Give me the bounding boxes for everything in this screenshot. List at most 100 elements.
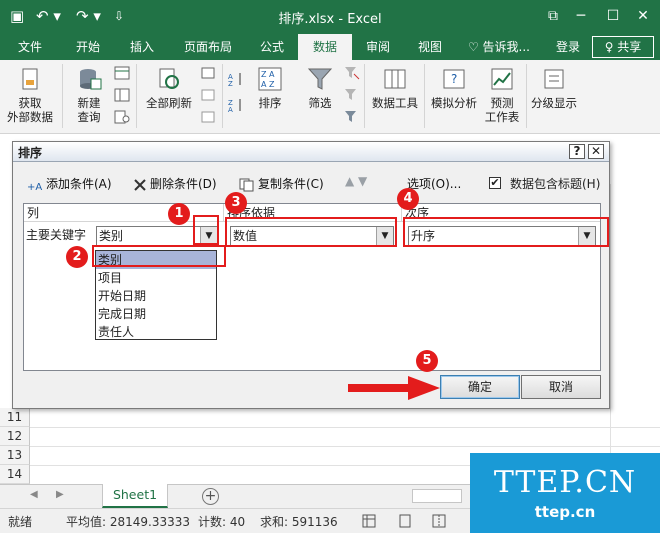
- get-external-data-button[interactable]: 获取 外部数据: [4, 66, 56, 124]
- watermark: TTEP.CN ttep.cn: [470, 453, 660, 533]
- new-query-button[interactable]: 新建 查询: [68, 66, 110, 124]
- dialog-title: 排序: [18, 146, 43, 160]
- recent-sources-icon[interactable]: [114, 110, 130, 124]
- properties-icon[interactable]: [200, 88, 216, 102]
- has-headers-checkbox[interactable]: ✔: [489, 177, 501, 189]
- annotation-badge-3: 3: [225, 192, 247, 214]
- move-level-arrows[interactable]: ▲ ▼: [345, 174, 367, 188]
- tab-home[interactable]: 开始: [64, 34, 112, 60]
- status-count: 计数: 40: [198, 515, 246, 529]
- minimize-button[interactable]: ─: [568, 4, 594, 28]
- annotation-badge-1: 1: [168, 203, 190, 225]
- tab-data[interactable]: 数据: [298, 34, 352, 60]
- sort-dialog: 排序 ? ✕ +A 添加条件(A) 删除条件(D) 复制条件(C) ▲ ▼ 选项(…: [12, 141, 610, 409]
- add-sheet-icon[interactable]: +: [202, 488, 219, 505]
- watermark-big-text: TTEP.CN: [493, 465, 637, 500]
- maximize-button[interactable]: ☐: [600, 4, 626, 28]
- from-table-icon[interactable]: [114, 88, 130, 102]
- add-level-icon: +A: [27, 182, 42, 192]
- dialog-close-button[interactable]: ✕: [588, 144, 604, 159]
- tab-page-layout[interactable]: 页面布局: [176, 34, 240, 60]
- edit-links-icon[interactable]: [200, 110, 216, 124]
- undo-icon[interactable]: ↶ ▾: [36, 5, 61, 27]
- sort-za-icon[interactable]: ZA: [228, 98, 244, 112]
- row-header[interactable]: 13: [0, 446, 30, 465]
- refresh-all-label: 全部刷新: [146, 96, 192, 110]
- tab-insert[interactable]: 插入: [118, 34, 166, 60]
- sheet-tab-sheet1[interactable]: Sheet1: [102, 484, 168, 508]
- scroll-left-icon[interactable]: ◀: [30, 489, 38, 500]
- ribbon-separator: [424, 64, 425, 128]
- copy-level-button[interactable]: 复制条件(C): [239, 174, 324, 194]
- reapply-icon[interactable]: [344, 88, 360, 102]
- tell-me-box[interactable]: ♡ 告诉我...: [458, 34, 540, 60]
- share-button[interactable]: ♀ 共享: [592, 36, 654, 58]
- ribbon-separator: [222, 64, 223, 128]
- forecast-sheet-button[interactable]: 预测 工作表: [480, 66, 524, 124]
- show-queries-icon[interactable]: [114, 66, 130, 80]
- connections-icon[interactable]: [200, 66, 216, 80]
- page-layout-view-icon[interactable]: [398, 514, 412, 528]
- customize-qat-icon[interactable]: ⇩: [114, 5, 124, 27]
- what-if-icon: ?: [443, 69, 465, 89]
- add-level-button[interactable]: +A 添加条件(A): [27, 174, 112, 194]
- annotation-box-2: [92, 245, 226, 267]
- help-button[interactable]: ?: [569, 144, 585, 159]
- cancel-button[interactable]: 取消: [521, 375, 601, 399]
- login-link[interactable]: 登录: [550, 34, 586, 60]
- ribbon-tabs: 文件 开始 插入 页面布局 公式 数据 审阅 视图 ♡ 告诉我... 登录 ♀ …: [0, 34, 660, 60]
- data-tools-label: 数据工具: [372, 96, 418, 110]
- row-header[interactable]: 14: [0, 465, 30, 484]
- dropdown-option-owner[interactable]: 责任人: [96, 323, 216, 341]
- sort-az-icon[interactable]: AZ: [228, 72, 244, 86]
- grid-line: [30, 427, 660, 428]
- outline-button[interactable]: 分级显示: [528, 66, 580, 110]
- status-sum: 求和: 591136: [260, 515, 338, 529]
- annotation-badge-4: 4: [397, 188, 419, 210]
- close-window-button[interactable]: ✕: [630, 4, 656, 28]
- save-icon[interactable]: ▣: [10, 5, 24, 27]
- watermark-small-text: ttep.cn: [534, 503, 596, 521]
- data-tools-button[interactable]: 数据工具: [368, 66, 422, 110]
- sort-label: 排序: [258, 96, 282, 110]
- horizontal-scrollbar[interactable]: [412, 489, 462, 503]
- status-average: 平均值: 28149.33333: [66, 515, 191, 529]
- ribbon-display-icon[interactable]: ⧉: [540, 4, 566, 28]
- tab-view[interactable]: 视图: [408, 34, 452, 60]
- scroll-right-icon[interactable]: ▶: [56, 489, 64, 500]
- new-query-label: 新建 查询: [77, 96, 101, 124]
- outline-label: 分级显示: [531, 96, 577, 110]
- dropdown-option-start-date[interactable]: 开始日期: [96, 287, 216, 305]
- delete-level-button[interactable]: 删除条件(D): [133, 174, 217, 194]
- delete-icon: [134, 178, 146, 191]
- normal-view-icon[interactable]: [362, 514, 376, 528]
- dropdown-option-item[interactable]: 项目: [96, 269, 216, 287]
- data-tools-icon: [384, 69, 406, 89]
- grid-line: [30, 446, 660, 447]
- dropdown-option-end-date[interactable]: 完成日期: [96, 305, 216, 323]
- ok-button[interactable]: 确定: [440, 375, 520, 399]
- tab-file[interactable]: 文件: [6, 34, 54, 60]
- redo-icon[interactable]: ↷ ▾: [76, 5, 101, 27]
- svg-text:A Z: A Z: [261, 80, 275, 89]
- page-break-view-icon[interactable]: [432, 514, 446, 528]
- clear-filter-icon[interactable]: [344, 66, 360, 80]
- svg-text:+A: +A: [27, 182, 42, 192]
- refresh-all-button[interactable]: 全部刷新: [142, 66, 196, 110]
- copy-level-label: 复制条件(C): [258, 177, 324, 191]
- grid-line: [610, 184, 611, 484]
- refresh-all-icon: [159, 68, 179, 89]
- get-data-icon: [22, 68, 38, 90]
- title-bar: ▣ ↶ ▾ ↷ ▾ ⇩ 排序.xlsx - Excel ⧉ ─ ☐ ✕: [0, 0, 660, 34]
- row-header[interactable]: 12: [0, 427, 30, 446]
- sort-button[interactable]: Z AA Z 排序: [250, 66, 290, 110]
- row-header[interactable]: 11: [0, 408, 30, 427]
- what-if-button[interactable]: ? 模拟分析: [428, 66, 480, 110]
- copy-icon: [239, 178, 254, 191]
- tab-review[interactable]: 审阅: [356, 34, 400, 60]
- advanced-filter-icon[interactable]: [344, 110, 360, 124]
- ribbon: 获取 外部数据 新建 查询 全部刷新 AZ ZA Z AA Z 排序 筛选 数据…: [0, 60, 660, 134]
- filter-button[interactable]: 筛选: [298, 66, 342, 110]
- new-query-icon: [80, 69, 102, 90]
- tab-formulas[interactable]: 公式: [250, 34, 294, 60]
